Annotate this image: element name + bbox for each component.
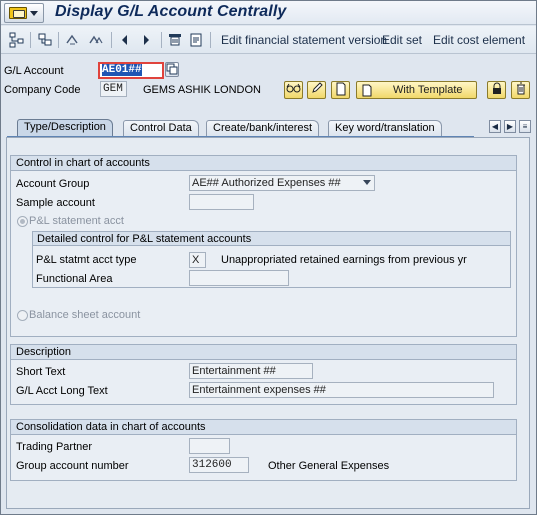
sample-account-input[interactable] [189,194,254,210]
tab-list-icon[interactable]: ≡ [519,120,531,133]
sap-logo-icon [9,7,27,19]
tab-scroll-right-icon[interactable]: ▶ [504,120,516,133]
group-account-description: Other General Expenses [268,460,390,472]
company-code-input[interactable]: GEM [100,81,127,97]
description-group: Description Short Text Entertainment ## … [10,344,517,405]
company-code-label: Company Code [4,84,81,96]
application-toolbar: Edit financial statement version Edit se… [1,26,536,54]
group-account-label: Group account number [16,460,129,472]
lock-icon[interactable] [487,81,506,99]
chevron-down-icon [363,180,371,185]
glasses-icon[interactable] [284,81,303,99]
detailed-control-title: Detailed control for P&L statement accou… [33,232,510,246]
long-text-input[interactable]: Entertainment expenses ## [189,382,494,398]
control-coa-group: Control in chart of accounts Account Gro… [10,155,517,337]
pl-type-label: P&L statmt acct type [36,254,137,266]
tab-key-word-translation[interactable]: Key word/translation [328,120,442,137]
pl-type-input[interactable]: X [189,252,206,268]
gl-account-input[interactable]: AE01## [98,62,164,79]
document-icon[interactable] [188,32,204,48]
gl-account-label: G/L Account [4,65,64,77]
toolbar-separator [210,32,211,48]
short-text-label: Short Text [16,366,66,378]
copy-icon[interactable] [165,62,179,77]
toolbar-separator [30,32,31,48]
company-name: GEMS ASHIK LONDON [143,84,261,96]
pl-type-description: Unappropriated retained earnings from pr… [221,254,467,266]
account-group-label: Account Group [16,178,90,190]
functional-area-label: Functional Area [36,273,113,285]
edit-set-button[interactable]: Edit set [382,33,422,47]
long-text-label: G/L Acct Long Text [16,385,108,397]
pl-statement-radio-label: P&L statement acct [29,215,124,227]
account-group-select[interactable]: AE## Authorized Expenses ## [189,175,375,191]
trading-partner-label: Trading Partner [16,441,93,453]
with-template-button[interactable]: With Template [356,81,477,99]
edit-fin-stmt-version-button[interactable]: Edit financial statement version [221,33,387,47]
short-text-input[interactable]: Entertainment ## [189,363,313,379]
title-bar: Display G/L Account Centrally [1,1,536,25]
consolidation-group: Consolidation data in chart of accounts … [10,419,517,481]
balance-sheet-radio[interactable] [17,310,28,321]
toolbar-separator [161,32,162,48]
change-documents-icon[interactable] [88,32,104,48]
control-coa-title: Control in chart of accounts [11,156,516,171]
tab-create-bank-interest[interactable]: Create/bank/interest [206,120,320,137]
functional-area-input[interactable] [189,270,289,286]
detailed-control-group: Detailed control for P&L statement accou… [32,231,511,288]
new-document-icon[interactable] [331,81,350,99]
tab-scroll-left-icon[interactable]: ◀ [489,120,501,133]
consolidation-title: Consolidation data in chart of accounts [11,420,516,435]
pencil-icon[interactable] [307,81,326,99]
sap-window: Display G/L Account Centrally Edit finan… [0,0,537,515]
hierarchy-icon[interactable] [9,32,25,48]
template-icon [361,84,373,102]
trash-icon[interactable] [511,81,530,99]
trading-partner-input[interactable] [189,438,230,454]
account-group-value: AE## Authorized Expenses ## [192,177,341,189]
edit-cost-element-button[interactable]: Edit cost element [433,33,525,47]
display-change-icon[interactable] [65,32,81,48]
tab-control-data[interactable]: Control Data [123,120,199,137]
pl-statement-radio[interactable] [17,216,28,227]
print-icon[interactable] [167,32,183,48]
previous-icon[interactable] [117,32,133,48]
sample-account-label: Sample account [16,197,95,209]
next-icon[interactable] [138,32,154,48]
tab-type-description[interactable]: Type/Description [17,119,113,137]
description-title: Description [11,345,516,360]
toolbar-separator [111,32,112,48]
with-template-label: With Template [393,84,463,96]
group-account-input[interactable]: 312600 [189,457,249,473]
page-title: Display G/L Account Centrally [55,3,287,20]
system-menu-button[interactable] [4,3,44,23]
toolbar-separator [58,32,59,48]
other-object-icon[interactable] [37,32,53,48]
gl-account-value: AE01## [102,64,142,76]
chevron-down-icon [30,11,38,16]
balance-sheet-radio-label: Balance sheet account [29,309,141,321]
